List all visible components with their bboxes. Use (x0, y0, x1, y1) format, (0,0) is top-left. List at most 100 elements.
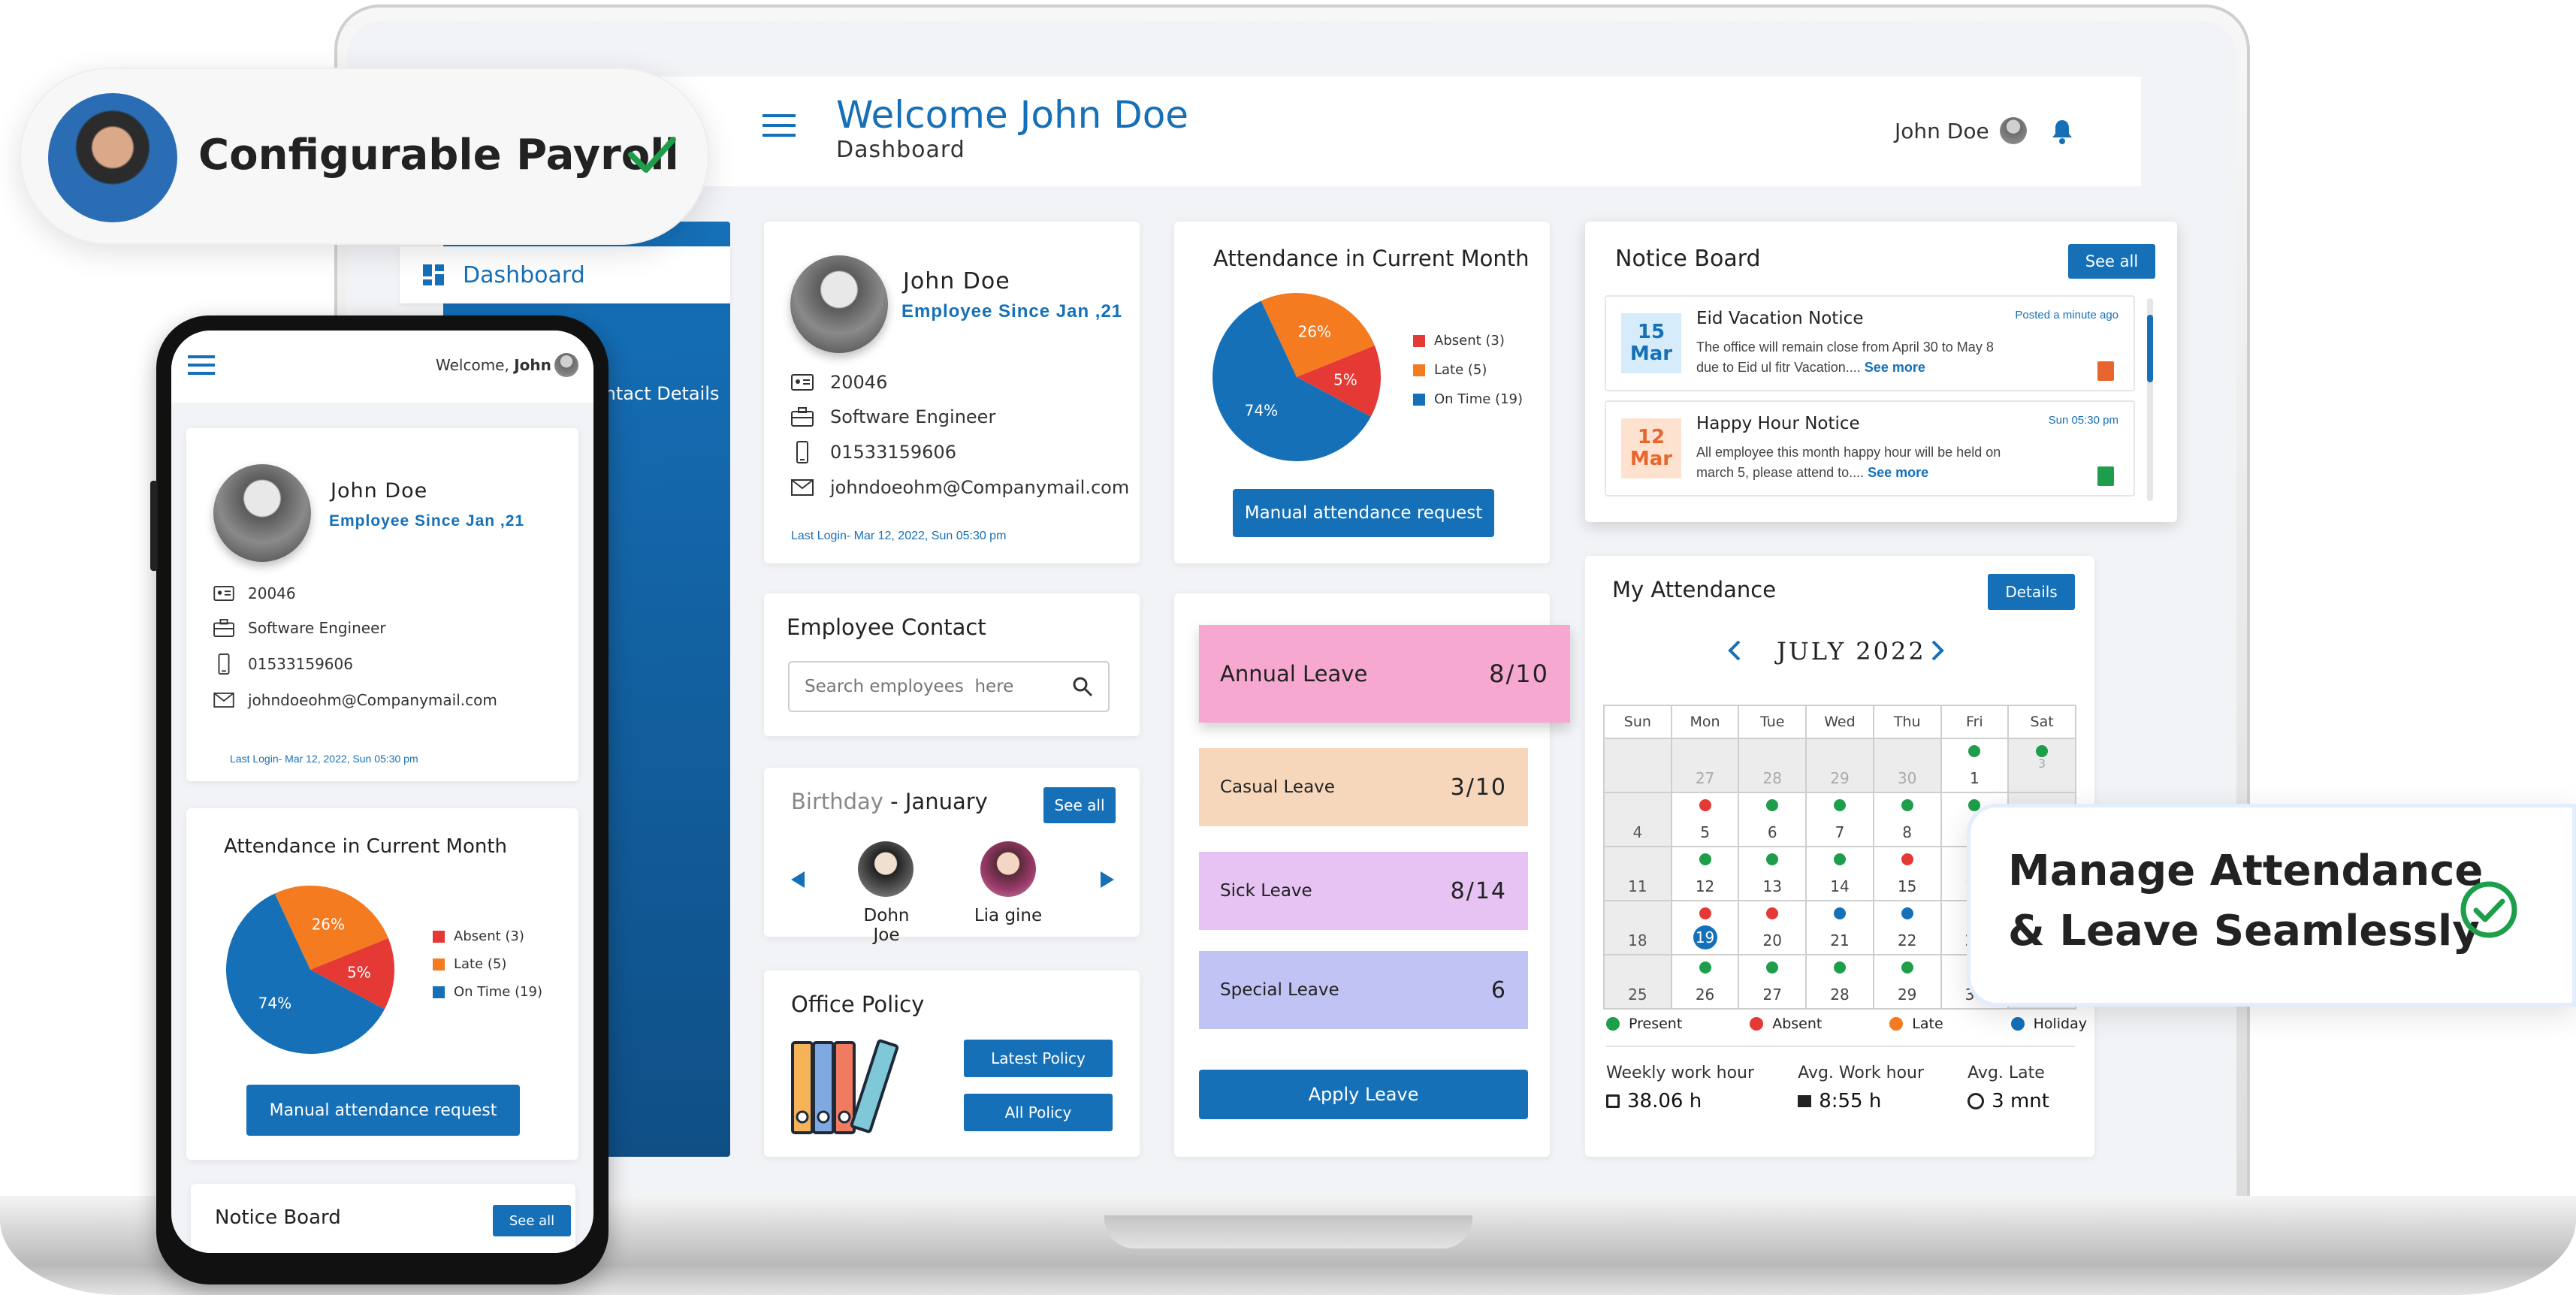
profile-details: 20046 Software Engineer 01533159606 john… (791, 372, 1129, 498)
leave-item[interactable]: Casual Leave 3/10 (1199, 748, 1528, 826)
calendar-day[interactable]: 22 (1872, 900, 1942, 955)
stat-avg-late-label: Avg. Late (1967, 1064, 2045, 1082)
notice-see-more-link[interactable]: See more (1868, 465, 1928, 480)
calendar-day[interactable]: 29 (1872, 954, 1942, 1010)
legend-late: Late (1912, 1016, 1943, 1032)
all-policy-button[interactable]: All Policy (964, 1094, 1113, 1131)
calendar-day[interactable]: 29 (1805, 738, 1874, 793)
attendance-details-button[interactable]: Details (1988, 574, 2075, 610)
calendar-day[interactable]: 18 (1603, 900, 1672, 955)
employee-search-field[interactable] (788, 661, 1110, 712)
pie-legend-item: Absent (3) (1413, 333, 1523, 349)
header-avatar[interactable] (2000, 117, 2027, 144)
excel-file-icon[interactable] (2097, 466, 2114, 486)
birthday-person-1-avatar[interactable] (858, 841, 914, 897)
latest-policy-button[interactable]: Latest Policy (964, 1040, 1113, 1077)
attendance-dot-icon (1699, 799, 1711, 811)
birthday-next-icon[interactable] (1101, 871, 1114, 888)
apply-leave-button[interactable]: Apply Leave (1199, 1070, 1528, 1119)
phone-notice-see-all-button[interactable]: See all (493, 1205, 571, 1236)
birthday-prev-icon[interactable] (791, 871, 805, 888)
calendar-day[interactable]: 13 (1738, 846, 1807, 901)
laptop-notch (1104, 1215, 1472, 1248)
calendar-day[interactable]: 26 (1670, 954, 1740, 1010)
notice-see-all-button[interactable]: See all (2068, 244, 2155, 279)
phone-profile-details: 20046 Software Engineer 01533159606 john… (213, 584, 497, 709)
attendance-badge-line2: & Leave Seamlessly (2008, 907, 2480, 955)
legend-present: Present (1629, 1016, 1683, 1032)
birthday-person-1-name: Dohn Joe (863, 906, 910, 945)
birthday-see-all-button[interactable]: See all (1043, 787, 1116, 823)
notice-item[interactable]: 15 Mar Eid Vacation Notice Posted a minut… (1605, 295, 2135, 391)
leave-item[interactable]: Sick Leave 8/14 (1199, 852, 1528, 930)
phone-profile-avatar[interactable] (213, 464, 311, 562)
birthday-person-2-avatar[interactable] (980, 841, 1036, 897)
legend-label: Late (5) (454, 956, 507, 972)
calendar-day[interactable]: 8 (1872, 792, 1942, 847)
calendar-day[interactable]: 15 (1872, 846, 1942, 901)
attendance-dot-icon (1833, 961, 1846, 974)
calendar-day[interactable]: 1 (1940, 738, 2010, 793)
calendar-day[interactable]: 20 (1738, 900, 1807, 955)
calendar-day[interactable]: 28 (1738, 738, 1807, 793)
present-dot-icon (1606, 1017, 1620, 1031)
stat-avg-work-value: 8:55 h (1819, 1090, 1882, 1112)
absent-dot-icon (1750, 1017, 1764, 1031)
attendance-dot-icon (1901, 907, 1913, 919)
calendar-day[interactable]: 11 (1603, 846, 1672, 901)
prev-month-icon[interactable] (1728, 640, 1741, 661)
calendar-day[interactable]: 12 (1670, 846, 1740, 901)
calendar-day[interactable]: 3 (2007, 738, 2076, 793)
leave-item[interactable]: Annual Leave 8/10 (1199, 625, 1570, 723)
calendar-day[interactable]: 27 (1738, 954, 1807, 1010)
leave-item[interactable]: Special Leave 6 (1199, 951, 1528, 1029)
notice-title: Eid Vacation Notice (1696, 309, 1864, 328)
phone-avatar[interactable] (554, 353, 578, 377)
attendance-legend: Present Absent Late Holiday (1606, 1016, 2087, 1032)
attendance-dot-icon (1833, 853, 1846, 865)
attendance-dot-icon (1766, 799, 1779, 811)
employee-contact-title: Employee Contact (787, 614, 986, 640)
calendar-day[interactable]: 7 (1805, 792, 1874, 847)
profile-avatar[interactable] (790, 255, 888, 353)
pdf-file-icon[interactable] (2097, 361, 2114, 381)
next-month-icon[interactable] (1931, 640, 1944, 661)
calendar-day[interactable]: 14 (1805, 846, 1874, 901)
calendar-day[interactable]: 27 (1670, 738, 1740, 793)
calendar-day[interactable] (1603, 738, 1672, 793)
sidebar-item-dashboard[interactable]: Dashboard (400, 246, 730, 303)
calendar-day[interactable]: 25 (1603, 954, 1672, 1010)
search-icon[interactable] (1072, 676, 1093, 697)
manual-attendance-button[interactable]: Manual attendance request (1233, 489, 1494, 537)
phone-pie-holder: 26% 5% 74% (224, 883, 397, 1056)
phone-header: Welcome, John (171, 331, 593, 403)
clock-icon (1967, 1093, 1985, 1109)
payroll-badge: Configurable Payroll (20, 68, 709, 245)
notice-item[interactable]: 12 Mar Happy Hour Notice Sun 05:30 pm All… (1605, 400, 2135, 497)
leave-name: Special Leave (1220, 980, 1339, 1000)
header-user-name[interactable]: John Doe (1895, 119, 1989, 143)
phone-manual-attendance-button[interactable]: Manual attendance request (246, 1085, 520, 1136)
calendar-day[interactable]: 5 (1670, 792, 1740, 847)
calendar-day[interactable]: 4 (1603, 792, 1672, 847)
pie-slice-label: 74% (258, 995, 291, 1013)
calendar-day[interactable]: 21 (1805, 900, 1874, 955)
phone-menu-icon[interactable] (188, 355, 215, 376)
employee-search-input[interactable] (805, 677, 1072, 696)
dashboard-icon (423, 264, 444, 285)
work-icon (1798, 1095, 1812, 1107)
calendar-icon (1606, 1094, 1620, 1108)
phone-side-button[interactable] (150, 481, 158, 571)
calendar-day[interactable]: 30 (1872, 738, 1942, 793)
pie-legend-item: Absent (3) (433, 928, 542, 944)
notice-see-more-link[interactable]: See more (1865, 360, 1925, 375)
calendar-day[interactable]: 6 (1738, 792, 1807, 847)
calendar-day-number: 25 (1628, 986, 1647, 1004)
bell-icon[interactable] (2051, 119, 2073, 144)
calendar-day[interactable]: 19 (1670, 900, 1740, 955)
menu-icon[interactable] (763, 113, 796, 138)
calendar-day[interactable]: 28 (1805, 954, 1874, 1010)
notice-scrollbar[interactable] (2147, 298, 2153, 501)
stat-weekly-value: 38.06 h (1627, 1090, 1702, 1112)
sidebar-item-contact[interactable]: ontact Details (593, 383, 719, 404)
